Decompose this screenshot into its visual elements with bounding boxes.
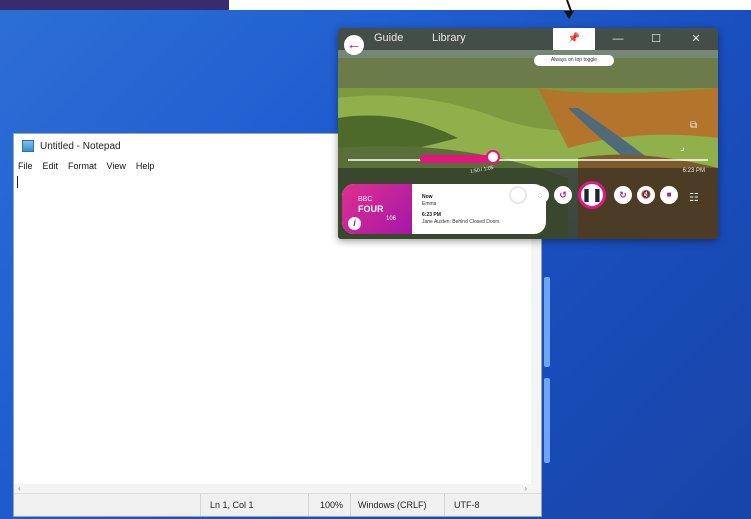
menu-format[interactable]: Format [68, 161, 97, 171]
pause-icon[interactable]: ❚❚ [578, 181, 606, 209]
menu-edit[interactable]: Edit [43, 161, 59, 171]
now-label: Now [422, 194, 433, 200]
pin-tooltip: Always on top toggle [534, 55, 614, 66]
back-arrow-icon[interactable]: ← [344, 35, 364, 55]
seek-track[interactable] [348, 159, 708, 161]
station-logo-line3: 106 [386, 216, 397, 222]
notepad-app-icon [22, 140, 34, 152]
desktop-glow [544, 277, 550, 367]
now-title: Jane Austen: Behind Closed Doors [422, 219, 500, 225]
pin-icon[interactable]: 📌 [553, 28, 595, 50]
menu-file[interactable]: File [18, 161, 33, 171]
tab-guide[interactable]: Guide [374, 32, 403, 44]
close-icon[interactable]: ✕ [686, 30, 706, 48]
now-artist: Emma [422, 201, 437, 207]
seek-progress[interactable] [420, 155, 490, 163]
taskbar-tab [0, 0, 229, 10]
now-time: 6:23 PM [422, 212, 441, 218]
maximize-icon[interactable]: ☐ [646, 30, 666, 48]
menu-help[interactable]: Help [136, 161, 155, 171]
seek-thumb[interactable] [486, 150, 500, 164]
minimize-icon[interactable]: — [608, 30, 628, 48]
miniplayer-icon[interactable]: ⧉ [690, 120, 697, 131]
favorite-icon[interactable]: ◌ [531, 186, 549, 204]
info-icon[interactable]: i [348, 217, 361, 230]
status-position: Ln 1, Col 1 [210, 500, 254, 510]
scroll-right-icon[interactable]: › [524, 484, 527, 493]
top-window-strip [229, 0, 751, 10]
text-caret[interactable] [17, 176, 18, 188]
media-player-window: ← Guide Library 📌 — ☐ ✕ Always on top to… [338, 28, 718, 239]
tab-library[interactable]: Library [432, 32, 466, 44]
status-zoom: 100% [320, 500, 344, 510]
scroll-left-icon[interactable]: ‹ [18, 484, 21, 493]
desktop-glow [544, 378, 550, 463]
status-divider [200, 494, 201, 516]
clock-time: 6:23 PM [682, 168, 705, 174]
status-divider [308, 494, 309, 516]
station-logo-line2: FOUR [358, 204, 384, 214]
status-line-ending: Windows (CRLF) [358, 500, 427, 510]
status-divider [350, 494, 351, 516]
menu-view[interactable]: View [107, 161, 126, 171]
station-logo-line1: BBC [358, 196, 373, 203]
stop-icon[interactable]: ■ [660, 186, 678, 204]
status-divider [444, 494, 445, 516]
drag-handle-icon[interactable]: ⌟ [680, 142, 685, 153]
forward-icon[interactable]: ↻ [614, 186, 632, 204]
mute-icon[interactable]: 🔇 [637, 186, 655, 204]
record-icon[interactable] [509, 186, 527, 204]
equalizer-icon[interactable]: ☷ [689, 191, 699, 204]
rewind-icon[interactable]: ↺ [554, 186, 572, 204]
notepad-title: Untitled - Notepad [40, 140, 121, 152]
status-encoding: UTF-8 [454, 500, 480, 510]
annotation-arrow-head [564, 11, 574, 19]
notepad-statusbar: Ln 1, Col 1 100% Windows (CRLF) UTF-8 [14, 493, 541, 516]
